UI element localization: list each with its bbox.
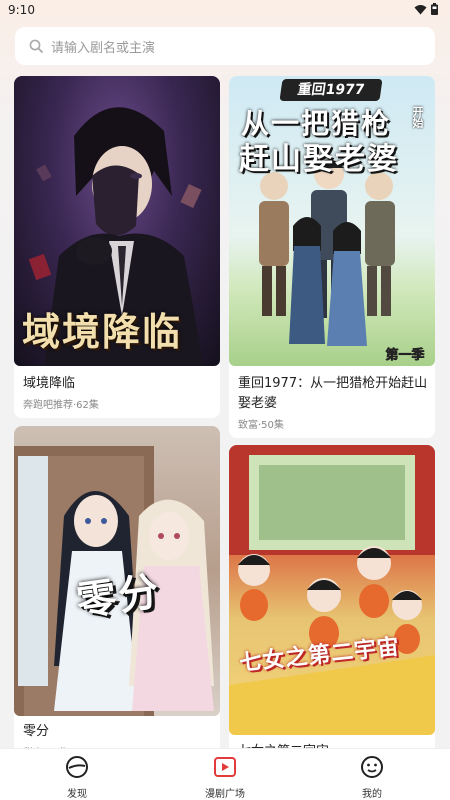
status-bar: 9:10 bbox=[0, 0, 450, 22]
compass-icon bbox=[66, 756, 88, 778]
status-time: 9:10 bbox=[8, 3, 35, 17]
season-label: 第一季 bbox=[385, 347, 424, 363]
cover-image: 域境降临 bbox=[14, 76, 220, 366]
cover-image: 零分 bbox=[14, 426, 220, 716]
cover-illustration bbox=[229, 445, 435, 735]
cover-image: 第一季 重回1977 从一把猎枪 开始 赶山娶老婆 bbox=[229, 76, 435, 366]
search-icon bbox=[29, 39, 43, 53]
cover-image: 七女之第二宇宙 bbox=[229, 445, 435, 735]
status-icons bbox=[414, 3, 438, 15]
drama-meta: 奔跑吧推荐·62集 bbox=[23, 400, 99, 411]
cover-title-text: 域境降临 bbox=[22, 309, 183, 354]
tab-drama-square[interactable]: 漫剧广场 bbox=[190, 755, 260, 800]
tab-drama-square-label: 漫剧广场 bbox=[205, 789, 245, 800]
tab-discover[interactable]: 发现 bbox=[42, 755, 112, 800]
figure-old-man bbox=[259, 172, 289, 316]
drama-title: 域境降临 bbox=[23, 376, 76, 391]
figure-child bbox=[238, 554, 270, 621]
search-input[interactable]: 请输入剧名或主演 bbox=[15, 27, 435, 65]
tab-mine[interactable]: 我的 bbox=[337, 755, 407, 800]
drama-card[interactable]: 第一季 重回1977 从一把猎枪 开始 赶山娶老婆 重回1977：从一把猎枪开始… bbox=[229, 76, 435, 438]
figure-girl-2 bbox=[327, 222, 367, 346]
cover-title-text: 零分 bbox=[73, 568, 164, 626]
drama-title: 零分 bbox=[23, 724, 50, 739]
cover-title-small: 开始 bbox=[411, 106, 424, 128]
battery-icon bbox=[431, 3, 438, 15]
figure-girl-1 bbox=[289, 217, 325, 344]
tab-mine-label: 我的 bbox=[362, 789, 382, 800]
cover-banner-text: 重回1977 bbox=[296, 82, 366, 98]
search-placeholder: 请输入剧名或主演 bbox=[51, 40, 156, 56]
bottom-tab-bar: 发现 漫剧广场 我的 bbox=[0, 748, 450, 800]
smiley-icon bbox=[361, 756, 383, 778]
drama-card[interactable]: 零分 零分 甜宠·15集 bbox=[14, 426, 220, 766]
figure-old-man-2 bbox=[365, 172, 395, 316]
drama-card[interactable]: 七女之第二宇宙 七女之第二宇宙 bbox=[229, 445, 435, 766]
cover-banner: 重回1977 bbox=[279, 79, 383, 101]
cover-title-line-2: 赶山娶老婆 bbox=[239, 142, 399, 177]
figure-child bbox=[357, 546, 391, 618]
drama-meta: 致富·50集 bbox=[238, 420, 284, 431]
drama-title: 重回1977：从一把猎枪开始赶山娶老婆 bbox=[238, 376, 428, 411]
wifi-icon bbox=[414, 4, 427, 14]
play-square-icon bbox=[214, 757, 236, 777]
tab-discover-label: 发现 bbox=[67, 789, 87, 800]
drama-card[interactable]: 域境降临 域境降临 奔跑吧推荐·62集 bbox=[14, 76, 220, 418]
